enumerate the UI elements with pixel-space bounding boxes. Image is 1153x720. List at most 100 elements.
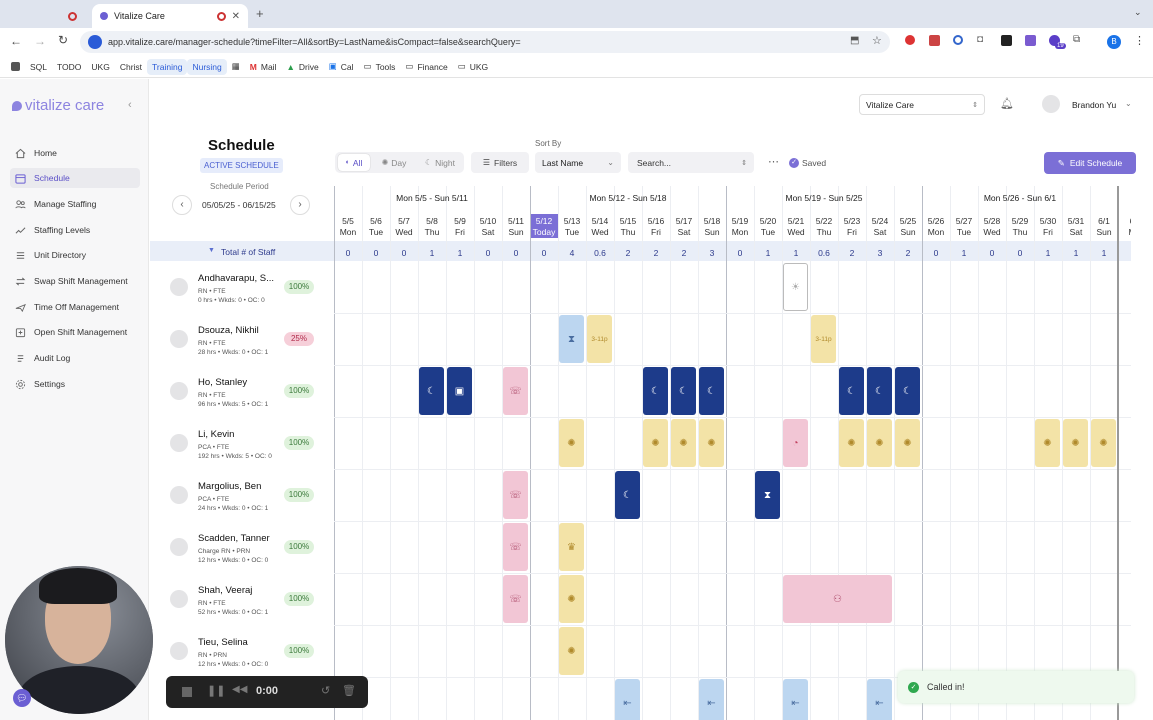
filter-night-button[interactable]: ☾ Night [418, 154, 462, 171]
shift-block[interactable]: ▣ [447, 367, 472, 415]
restart-icon[interactable]: ↺ [321, 684, 330, 697]
edit-schedule-button[interactable]: ✎ Edit Schedule [1044, 152, 1136, 174]
rewind-icon[interactable]: ◀◀ [232, 684, 247, 695]
extension-icon[interactable] [929, 35, 940, 46]
shift-block[interactable]: ✺ [671, 419, 696, 467]
shift-block[interactable]: ☾ [643, 367, 668, 415]
site-info-icon[interactable] [88, 35, 102, 49]
shift-block[interactable]: ◔ [783, 419, 808, 467]
shift-block[interactable]: ☾ [895, 367, 920, 415]
filter-day-button[interactable]: ✺ Day [376, 154, 412, 171]
bookmark-finance[interactable]: ▭ Finance [400, 59, 452, 75]
sidebar-item-time-off-management[interactable]: Time Off Management [10, 297, 140, 317]
shift-block[interactable]: ☾ [419, 367, 444, 415]
tab-search-icon[interactable]: ⌄ [1134, 7, 1142, 18]
profile-avatar[interactable]: B [1107, 35, 1121, 49]
search-input[interactable]: Search... ⇕ [628, 152, 754, 173]
bookmark-ukg-2[interactable]: ▭ UKG [453, 59, 493, 75]
shift-block[interactable]: ♛ [559, 523, 584, 571]
puzzle-icon[interactable]: ⧉ [1073, 34, 1080, 45]
bookmark-drive[interactable]: ▲ Drive [281, 59, 323, 75]
shift-block[interactable]: ✺ [699, 419, 724, 467]
shift-block[interactable]: ☏ [503, 575, 528, 623]
shift-block[interactable]: ⇤ [783, 679, 808, 720]
org-select[interactable]: Vitalize Care ⇕ [859, 94, 985, 115]
forward-icon[interactable]: → [34, 34, 46, 48]
extension-icon[interactable] [1001, 35, 1012, 46]
shift-block[interactable]: ☏ [503, 523, 528, 571]
browser-tab-1[interactable] [60, 4, 90, 28]
extension-icon[interactable] [1025, 35, 1036, 46]
stop-icon[interactable] [182, 687, 192, 697]
install-icon[interactable]: ⬒ [850, 35, 859, 46]
sidebar-item-staffing-levels[interactable]: Staffing Levels [10, 220, 140, 240]
shift-block[interactable]: 3-11p [587, 315, 612, 363]
back-icon[interactable]: ← [10, 34, 22, 48]
shift-block[interactable]: ⇤ [615, 679, 640, 720]
staff-row[interactable]: Margolius, Ben PCA • FTE 24 hrs • Wkds: 0 … [150, 469, 333, 521]
bell-icon[interactable]: 🔔︎ [1000, 97, 1014, 110]
staff-name[interactable]: Andhavarapu, S... [198, 273, 280, 284]
shift-block[interactable]: ☾ [699, 367, 724, 415]
bookmark-folder-icon[interactable] [6, 59, 25, 75]
staff-name[interactable]: Dsouza, Nikhil [198, 325, 280, 336]
staff-row[interactable]: Andhavarapu, S... RN • FTE 0 hrs • Wkds: 0… [150, 261, 333, 313]
bookmark-nursing[interactable]: Nursing [187, 58, 227, 75]
staff-name[interactable]: Margolius, Ben [198, 481, 280, 492]
staff-row[interactable]: Tieu, Selina RN • PRN 12 hrs • Wkds: 0 • O… [150, 625, 333, 677]
filter-all-button[interactable]: ◐ All [338, 154, 370, 171]
bookmark-sql[interactable]: SQL [25, 59, 52, 75]
sidebar-item-home[interactable]: Home [10, 143, 140, 163]
menu-icon[interactable]: ⋮ [1134, 34, 1145, 47]
staff-name[interactable]: Ho, Stanley [198, 377, 280, 388]
shift-block[interactable]: ☏ [503, 367, 528, 415]
shift-block[interactable]: ✺ [1035, 419, 1060, 467]
sort-select[interactable]: Last Name ⌄ [535, 152, 621, 173]
grid-scrollbar[interactable] [1117, 186, 1119, 720]
shift-block[interactable]: ✺ [839, 419, 864, 467]
staff-row[interactable]: Li, Kevin PCA • FTE 192 hrs • Wkds: 5 • OC… [150, 417, 333, 469]
shift-block[interactable]: ✺ [559, 627, 584, 675]
staff-row[interactable]: Dsouza, Nikhil RN • FTE 28 hrs • Wkds: 0 •… [150, 313, 333, 365]
shift-block[interactable]: 3-11p [811, 315, 836, 363]
staff-name[interactable]: Tieu, Selina [198, 637, 280, 648]
address-bar[interactable]: app.vitalize.care/manager-schedule?timeF… [80, 31, 890, 53]
shift-block[interactable]: ✺ [1063, 419, 1088, 467]
chevron-down-icon[interactable]: ⌄ [1125, 99, 1132, 108]
browser-tab-2[interactable]: Vitalize Care ✕ [92, 4, 248, 28]
staff-name[interactable]: Scadden, Tanner [198, 533, 280, 544]
shift-block[interactable]: ✺ [643, 419, 668, 467]
bookmark-training[interactable]: Training [147, 58, 188, 75]
sidebar-item-audit-log[interactable]: Audit Log [10, 348, 140, 368]
sidebar-item-schedule[interactable]: Schedule [10, 168, 140, 188]
bookmark-tools[interactable]: ▭ Tools [359, 59, 401, 75]
staff-row[interactable]: Scadden, Tanner Charge RN • PRN 12 hrs • W… [150, 521, 333, 573]
reload-icon[interactable]: ↻ [58, 33, 68, 47]
extension-icon[interactable] [953, 35, 963, 45]
shift-block[interactable]: ✺ [559, 419, 584, 467]
chat-icon[interactable]: 💬︎ [13, 689, 31, 707]
shift-block[interactable]: ☾ [671, 367, 696, 415]
trash-icon[interactable]: 🗑︎ [342, 684, 356, 697]
apps-grid-icon[interactable]: ▦ [227, 59, 245, 75]
sidebar-item-open-shift-management[interactable]: Open Shift Management [10, 322, 140, 342]
shift-block[interactable]: ⚇ [783, 575, 892, 623]
bookmark-todo[interactable]: TODO [52, 59, 86, 75]
shift-block[interactable]: ☀ [783, 263, 808, 311]
shift-block[interactable]: ☾ [839, 367, 864, 415]
extension-icon[interactable] [905, 35, 915, 45]
shift-block[interactable]: ☾ [615, 471, 640, 519]
filters-button[interactable]: ☰ Filters [471, 152, 529, 173]
camera-icon[interactable]: ◘ [977, 34, 983, 45]
bookmark-christ[interactable]: Christ [115, 59, 147, 75]
user-name[interactable]: Brandon Yu [1072, 100, 1116, 110]
shift-block[interactable]: ✺ [867, 419, 892, 467]
bookmark-cal[interactable]: ▣ Cal [324, 59, 359, 75]
staff-row[interactable]: Ho, Stanley RN • FTE 96 hrs • Wkds: 5 • OC… [150, 365, 333, 417]
staff-name[interactable]: Li, Kevin [198, 429, 280, 440]
shift-block[interactable]: ☾ [867, 367, 892, 415]
new-tab-icon[interactable]: + [256, 6, 264, 21]
bookmark-mail[interactable]: M Mail [245, 59, 282, 75]
shift-block[interactable]: ✺ [895, 419, 920, 467]
user-avatar[interactable] [1042, 95, 1060, 113]
